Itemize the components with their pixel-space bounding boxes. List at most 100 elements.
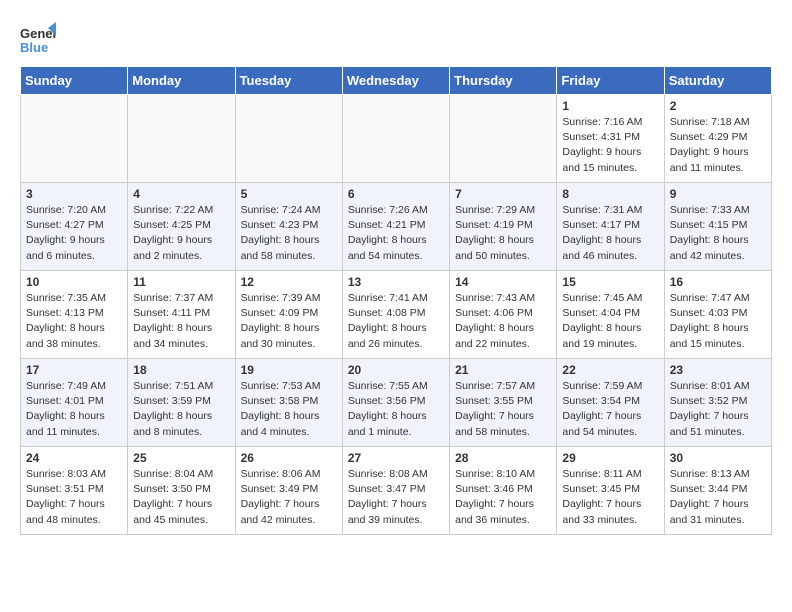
day-number: 25	[133, 451, 229, 465]
calendar-cell: 26Sunrise: 8:06 AMSunset: 3:49 PMDayligh…	[235, 447, 342, 535]
day-info: Sunrise: 7:26 AMSunset: 4:21 PMDaylight:…	[348, 203, 444, 264]
calendar-cell	[450, 95, 557, 183]
calendar-cell: 5Sunrise: 7:24 AMSunset: 4:23 PMDaylight…	[235, 183, 342, 271]
calendar-cell: 13 Sunrise: 7:41 AMSunset: 4:08 PMDayligh…	[342, 271, 449, 359]
day-number: 10	[26, 275, 122, 289]
day-number: 18	[133, 363, 229, 377]
weekday-header-sunday: Sunday	[21, 67, 128, 95]
calendar-cell: 21Sunrise: 7:57 AMSunset: 3:55 PMDayligh…	[450, 359, 557, 447]
day-info: Sunrise: 7:16 AMSunset: 4:31 PMDaylight:…	[562, 115, 658, 176]
day-number: 5	[241, 187, 337, 201]
calendar-cell: 20 Sunrise: 7:55 AMSunset: 3:56 PMDayligh…	[342, 359, 449, 447]
day-info: Sunrise: 7:41 AMSunset: 4:08 PMDaylight:…	[348, 291, 444, 352]
logo: General Blue	[20, 20, 56, 56]
calendar-cell: 7Sunrise: 7:29 AMSunset: 4:19 PMDaylight…	[450, 183, 557, 271]
calendar-cell: 24 Sunrise: 8:03 AMSunset: 3:51 PMDayligh…	[21, 447, 128, 535]
svg-text:Blue: Blue	[20, 40, 48, 55]
calendar-cell: 23 Sunrise: 8:01 AMSunset: 3:52 PMDayligh…	[664, 359, 771, 447]
weekday-header-wednesday: Wednesday	[342, 67, 449, 95]
day-info: Sunrise: 8:04 AMSunset: 3:50 PMDaylight:…	[133, 467, 229, 528]
day-number: 6	[348, 187, 444, 201]
calendar-cell: 18 Sunrise: 7:51 AMSunset: 3:59 PMDayligh…	[128, 359, 235, 447]
page-header: General Blue	[20, 20, 772, 56]
day-number: 13	[348, 275, 444, 289]
calendar-cell: 27Sunrise: 8:08 AMSunset: 3:47 PMDayligh…	[342, 447, 449, 535]
day-number: 3	[26, 187, 122, 201]
day-info: Sunrise: 7:31 AMSunset: 4:17 PMDaylight:…	[562, 203, 658, 264]
weekday-header-tuesday: Tuesday	[235, 67, 342, 95]
day-number: 8	[562, 187, 658, 201]
day-number: 19	[241, 363, 337, 377]
day-number: 30	[670, 451, 766, 465]
day-number: 14	[455, 275, 551, 289]
day-info: Sunrise: 8:03 AMSunset: 3:51 PMDaylight:…	[26, 467, 122, 528]
day-number: 12	[241, 275, 337, 289]
day-info: Sunrise: 7:39 AMSunset: 4:09 PMDaylight:…	[241, 291, 337, 352]
day-number: 23	[670, 363, 766, 377]
calendar-cell: 19 Sunrise: 7:53 AMSunset: 3:58 PMDayligh…	[235, 359, 342, 447]
calendar-header-row: SundayMondayTuesdayWednesdayThursdayFrid…	[21, 67, 772, 95]
calendar-cell: 1 Sunrise: 7:16 AMSunset: 4:31 PMDaylight…	[557, 95, 664, 183]
calendar-week-row: 3 Sunrise: 7:20 AMSunset: 4:27 PMDaylight…	[21, 183, 772, 271]
calendar-week-row: 1 Sunrise: 7:16 AMSunset: 4:31 PMDaylight…	[21, 95, 772, 183]
day-info: Sunrise: 7:53 AMSunset: 3:58 PMDaylight:…	[241, 379, 337, 440]
day-info: Sunrise: 7:20 AMSunset: 4:27 PMDaylight:…	[26, 203, 122, 264]
day-number: 15	[562, 275, 658, 289]
day-number: 22	[562, 363, 658, 377]
day-info: Sunrise: 7:22 AMSunset: 4:25 PMDaylight:…	[133, 203, 229, 264]
day-info: Sunrise: 7:18 AMSunset: 4:29 PMDaylight:…	[670, 115, 766, 176]
day-info: Sunrise: 7:35 AMSunset: 4:13 PMDaylight:…	[26, 291, 122, 352]
calendar-cell: 12 Sunrise: 7:39 AMSunset: 4:09 PMDayligh…	[235, 271, 342, 359]
calendar-cell: 4 Sunrise: 7:22 AMSunset: 4:25 PMDaylight…	[128, 183, 235, 271]
day-number: 16	[670, 275, 766, 289]
day-number: 28	[455, 451, 551, 465]
day-number: 11	[133, 275, 229, 289]
calendar-cell: 15 Sunrise: 7:45 AMSunset: 4:04 PMDayligh…	[557, 271, 664, 359]
day-number: 29	[562, 451, 658, 465]
calendar-cell: 22 Sunrise: 7:59 AMSunset: 3:54 PMDayligh…	[557, 359, 664, 447]
logo-icon: General Blue	[20, 20, 56, 56]
day-info: Sunrise: 7:33 AMSunset: 4:15 PMDaylight:…	[670, 203, 766, 264]
calendar-cell: 16 Sunrise: 7:47 AMSunset: 4:03 PMDayligh…	[664, 271, 771, 359]
day-number: 26	[241, 451, 337, 465]
calendar-week-row: 10 Sunrise: 7:35 AMSunset: 4:13 PMDayligh…	[21, 271, 772, 359]
day-info: Sunrise: 7:55 AMSunset: 3:56 PMDaylight:…	[348, 379, 444, 440]
day-number: 24	[26, 451, 122, 465]
day-info: Sunrise: 7:47 AMSunset: 4:03 PMDaylight:…	[670, 291, 766, 352]
weekday-header-saturday: Saturday	[664, 67, 771, 95]
day-info: Sunrise: 8:13 AMSunset: 3:44 PMDaylight:…	[670, 467, 766, 528]
calendar-cell	[235, 95, 342, 183]
day-number: 17	[26, 363, 122, 377]
weekday-header-friday: Friday	[557, 67, 664, 95]
day-number: 9	[670, 187, 766, 201]
day-info: Sunrise: 8:11 AMSunset: 3:45 PMDaylight:…	[562, 467, 658, 528]
calendar-cell	[342, 95, 449, 183]
day-info: Sunrise: 8:01 AMSunset: 3:52 PMDaylight:…	[670, 379, 766, 440]
calendar-cell: 11 Sunrise: 7:37 AMSunset: 4:11 PMDayligh…	[128, 271, 235, 359]
day-info: Sunrise: 8:10 AMSunset: 3:46 PMDaylight:…	[455, 467, 551, 528]
day-number: 1	[562, 99, 658, 113]
calendar-cell: 10 Sunrise: 7:35 AMSunset: 4:13 PMDayligh…	[21, 271, 128, 359]
day-number: 20	[348, 363, 444, 377]
day-number: 21	[455, 363, 551, 377]
day-number: 4	[133, 187, 229, 201]
weekday-header-thursday: Thursday	[450, 67, 557, 95]
calendar-cell	[128, 95, 235, 183]
day-number: 7	[455, 187, 551, 201]
weekday-header-monday: Monday	[128, 67, 235, 95]
day-info: Sunrise: 7:45 AMSunset: 4:04 PMDaylight:…	[562, 291, 658, 352]
day-info: Sunrise: 7:37 AMSunset: 4:11 PMDaylight:…	[133, 291, 229, 352]
day-info: Sunrise: 7:51 AMSunset: 3:59 PMDaylight:…	[133, 379, 229, 440]
calendar-week-row: 17 Sunrise: 7:49 AMSunset: 4:01 PMDayligh…	[21, 359, 772, 447]
day-info: Sunrise: 7:49 AMSunset: 4:01 PMDaylight:…	[26, 379, 122, 440]
day-number: 2	[670, 99, 766, 113]
calendar-cell	[21, 95, 128, 183]
calendar-cell: 9 Sunrise: 7:33 AMSunset: 4:15 PMDaylight…	[664, 183, 771, 271]
calendar-cell: 17 Sunrise: 7:49 AMSunset: 4:01 PMDayligh…	[21, 359, 128, 447]
day-number: 27	[348, 451, 444, 465]
day-info: Sunrise: 7:59 AMSunset: 3:54 PMDaylight:…	[562, 379, 658, 440]
calendar-cell: 6 Sunrise: 7:26 AMSunset: 4:21 PMDaylight…	[342, 183, 449, 271]
day-info: Sunrise: 7:43 AMSunset: 4:06 PMDaylight:…	[455, 291, 551, 352]
calendar-cell: 29 Sunrise: 8:11 AMSunset: 3:45 PMDayligh…	[557, 447, 664, 535]
calendar-cell: 3 Sunrise: 7:20 AMSunset: 4:27 PMDaylight…	[21, 183, 128, 271]
